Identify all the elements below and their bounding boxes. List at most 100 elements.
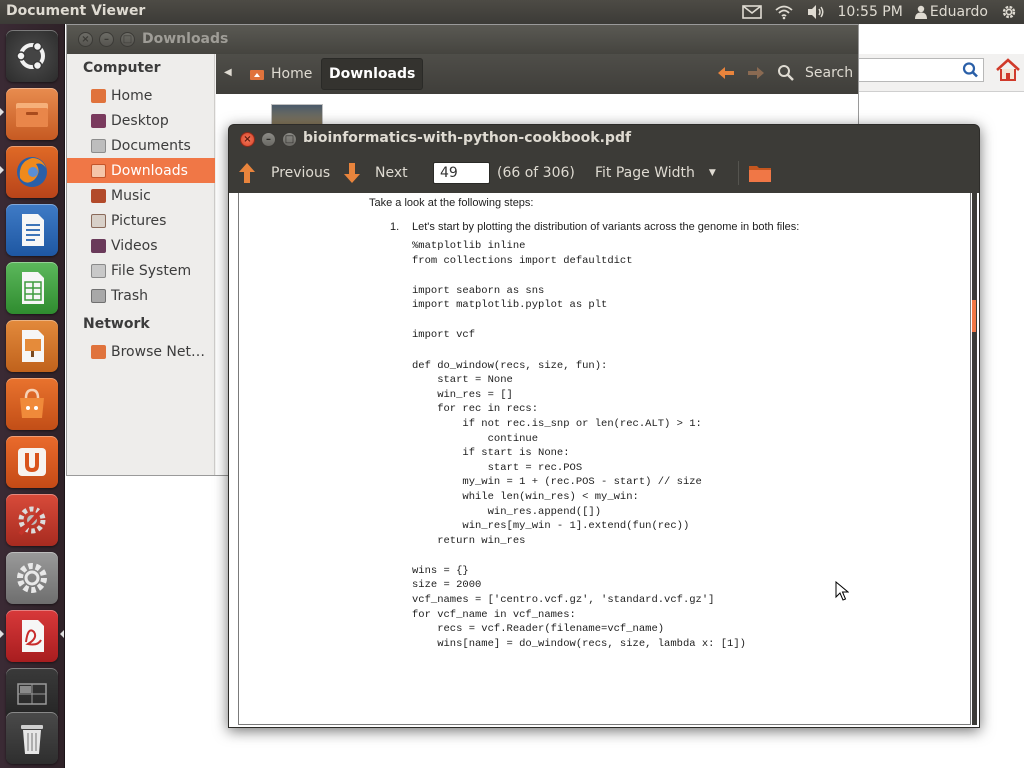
top-panel: Document Viewer 10:55 PM Eduardo (0, 0, 1024, 24)
code-line: import vcf (412, 329, 476, 342)
sidebar-item-label: Videos (111, 237, 158, 254)
code-line: if not rec.is_snp or len(rec.ALT) > 1: (412, 417, 702, 430)
sidebar-item-downloads[interactable]: Downloads (67, 158, 215, 183)
viewer-toolbar: Previous Next (66 of 306) Fit Page Width… (229, 153, 979, 193)
sidebar-heading-network: Network (83, 316, 150, 332)
next-page-button[interactable]: Next (342, 153, 408, 193)
code-line: continue (412, 432, 539, 445)
code-line: for rec in recs: (412, 403, 539, 416)
browser-home-icon[interactable] (994, 56, 1022, 84)
code-line: import seaborn as sns (412, 284, 545, 297)
forward-arrow-icon[interactable] (746, 64, 766, 86)
viewer-titlebar[interactable]: × – □ bioinformatics-with-python-cookboo… (229, 125, 979, 153)
sidebar-item-label: Pictures (111, 212, 167, 229)
ubuntu-one-icon[interactable] (6, 436, 58, 488)
sidebar-item-trash[interactable]: Trash (67, 283, 215, 308)
breadcrumb-label: Home (271, 66, 313, 82)
sidebar-item-label: Browse Net… (111, 343, 206, 360)
sidebar-item-label: Music (111, 187, 151, 204)
code-line: vcf_names = ['centro.vcf.gz', 'standard.… (412, 594, 715, 606)
browser-search-field[interactable] (858, 58, 984, 82)
wifi-icon[interactable] (768, 0, 800, 24)
next-label: Next (375, 165, 408, 181)
files-toolbar: ◀ Home Downloads Search (216, 54, 858, 94)
minimize-icon[interactable]: – (99, 32, 114, 47)
firefox-icon[interactable] (6, 146, 58, 198)
file-thumbnail[interactable] (271, 104, 323, 126)
clock[interactable]: 10:55 PM (832, 0, 909, 24)
sidebar-item-label: Home (111, 87, 153, 104)
launcher (0, 24, 65, 768)
page-intro-text: Take a look at the following steps: (369, 197, 534, 209)
code-line: recs = vcf.Reader(filename=vcf_name) (412, 623, 665, 636)
back-arrow-icon[interactable] (716, 64, 736, 86)
sidebar-item-home[interactable]: Home (67, 83, 215, 108)
libreoffice-calc-icon[interactable] (6, 262, 58, 314)
folder-icon[interactable] (747, 161, 773, 189)
code-line: def do_window(recs, size, fun): (412, 359, 608, 372)
code-line: wins[name] = do_window(recs, size, lambd… (412, 637, 746, 650)
vertical-scrollbar[interactable] (972, 193, 977, 725)
search-icon[interactable] (777, 64, 795, 86)
files-icon[interactable] (6, 88, 58, 140)
sidebar-item-music[interactable]: Music (67, 183, 215, 208)
document-area[interactable]: Take a look at the following steps: 1. L… (229, 193, 979, 727)
document-viewer-icon[interactable] (6, 610, 58, 662)
pdf-page: Take a look at the following steps: 1. L… (238, 193, 971, 725)
sidebar-item-label: Desktop (111, 112, 169, 129)
maximize-icon[interactable]: □ (120, 32, 135, 47)
home-icon (249, 67, 265, 81)
sidebar-item-documents[interactable]: Documents (67, 133, 215, 158)
mail-icon[interactable] (736, 0, 768, 24)
volume-icon[interactable] (800, 0, 832, 24)
code-line: for vcf_name in vcf_names: (412, 608, 576, 621)
libreoffice-writer-icon[interactable] (6, 204, 58, 256)
indicator-area: 10:55 PM Eduardo (736, 0, 1024, 24)
close-icon[interactable]: × (240, 132, 255, 147)
desktop-folder-icon (91, 113, 106, 128)
chevron-left-icon[interactable]: ◀ (224, 67, 232, 78)
sidebar-item-desktop[interactable]: Desktop (67, 108, 215, 133)
sidebar-item-pictures[interactable]: Pictures (67, 208, 215, 233)
scrollbar-thumb[interactable] (972, 300, 976, 332)
close-icon[interactable]: × (78, 32, 93, 47)
gear-icon[interactable] (994, 0, 1024, 24)
trash-icon (91, 288, 106, 303)
arrow-down-icon (342, 162, 362, 184)
drive-icon (91, 263, 106, 278)
sidebar-item-file-system[interactable]: File System (67, 258, 215, 283)
system-settings-icon[interactable] (6, 552, 58, 604)
sidebar-item-browse-network[interactable]: Browse Net… (67, 339, 215, 364)
sidebar-item-videos[interactable]: Videos (67, 233, 215, 258)
maximize-icon[interactable]: □ (282, 132, 297, 147)
zoom-label: Fit Page Width (595, 165, 695, 181)
ubuntu-software-center-icon[interactable] (6, 378, 58, 430)
breadcrumb-downloads[interactable]: Downloads (321, 58, 424, 90)
trash-icon[interactable] (6, 712, 58, 764)
files-titlebar[interactable]: × – □ Downloads (67, 25, 858, 54)
zoom-select[interactable]: Fit Page Width ▼ (595, 153, 716, 193)
home-folder-icon (91, 88, 106, 103)
page-number-input[interactable] (433, 162, 490, 184)
breadcrumb-home[interactable]: Home (242, 58, 319, 90)
previous-page-button[interactable]: Previous (237, 153, 330, 193)
user-menu[interactable]: Eduardo (909, 0, 994, 24)
ubuntu-dash-icon[interactable] (6, 30, 58, 82)
code-line: %matplotlib inline (412, 240, 526, 252)
running-indicator (0, 108, 4, 116)
sidebar-item-label: Trash (111, 287, 148, 304)
sidebar-item-label: File System (111, 262, 192, 279)
code-line: return win_res (412, 534, 526, 547)
system-tools-icon[interactable] (6, 494, 58, 546)
search-icon[interactable] (961, 61, 981, 79)
search-button-label[interactable]: Search (805, 65, 853, 81)
code-line: win_res = [] (412, 388, 513, 401)
previous-label: Previous (271, 165, 331, 181)
minimize-icon[interactable]: – (261, 132, 276, 147)
code-line: size = 2000 (412, 579, 482, 592)
sidebar-item-label: Downloads (111, 162, 188, 179)
code-line: if start is None: (412, 447, 570, 460)
libreoffice-impress-icon[interactable] (6, 320, 58, 372)
user-name: Eduardo (929, 4, 988, 20)
breadcrumb-label: Downloads (329, 66, 416, 82)
